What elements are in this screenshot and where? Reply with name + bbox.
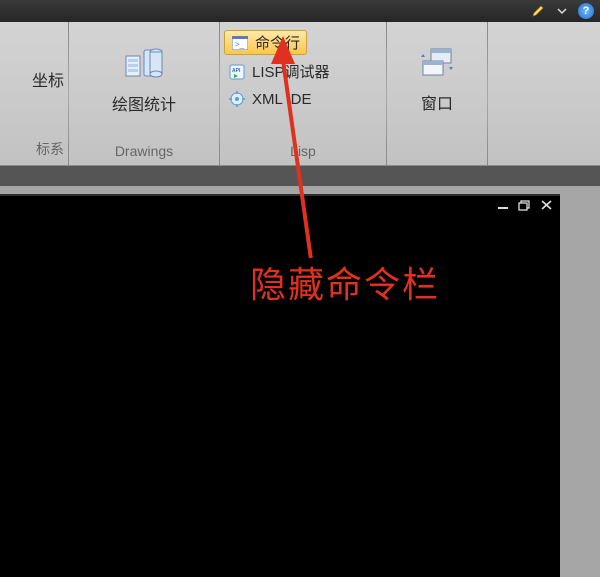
ribbon-panel-drawings: 绘图统计 Drawings <box>69 22 219 165</box>
minimize-icon[interactable] <box>494 198 512 212</box>
ribbon: 坐标 标系 绘图统计 Drawin <box>0 22 600 166</box>
api-icon: API <box>228 63 246 81</box>
lisp-debugger-label: LISP调试器 <box>252 61 330 82</box>
ribbon-panel-coords: 坐标 标系 <box>0 22 68 165</box>
panel-label-coords: 标系 <box>0 135 72 165</box>
workspace: 隐藏命令栏 <box>0 186 600 577</box>
ribbon-panel-window: 窗口 <box>387 22 487 165</box>
ribbon-panel-lisp: >_ 命令行 API LISP调试器 XML IDE Lisp <box>220 22 386 165</box>
svg-text:>_: >_ <box>235 40 245 49</box>
window-button[interactable]: 窗口 <box>419 47 455 114</box>
panel-label-lisp: Lisp <box>220 139 386 165</box>
window-switch-icon <box>419 47 455 84</box>
panel-label-drawings: Drawings <box>69 139 219 165</box>
drawings-label: 绘图统计 <box>112 91 176 115</box>
help-icon[interactable]: ? <box>578 3 594 19</box>
restore-icon[interactable] <box>516 198 534 212</box>
commandline-label: 命令行 <box>255 32 300 53</box>
ribbon-lower-band <box>0 166 600 186</box>
chevron-down-icon[interactable] <box>554 3 570 19</box>
commandline-icon: >_ <box>231 34 249 52</box>
panel-separator <box>487 22 488 165</box>
window-label: 窗口 <box>421 90 453 114</box>
close-icon[interactable] <box>538 198 556 212</box>
svg-text:API: API <box>232 68 241 74</box>
drawings-icon <box>124 46 164 85</box>
xml-ide-button[interactable]: XML IDE <box>224 88 315 110</box>
xml-gear-icon <box>228 90 246 108</box>
coords-button[interactable]: 坐标 <box>32 67 64 91</box>
document-window[interactable] <box>0 194 560 577</box>
drawings-stats-button[interactable]: 绘图统计 <box>112 46 176 115</box>
titlebar: ? <box>0 0 600 22</box>
pencil-icon[interactable] <box>530 3 546 19</box>
coords-label: 坐标 <box>32 67 64 91</box>
lisp-debugger-button[interactable]: API LISP调试器 <box>224 59 334 84</box>
commandline-button[interactable]: >_ 命令行 <box>224 30 307 55</box>
panel-label-window <box>387 139 487 165</box>
document-window-controls <box>494 198 556 212</box>
xml-ide-label: XML IDE <box>252 91 311 108</box>
